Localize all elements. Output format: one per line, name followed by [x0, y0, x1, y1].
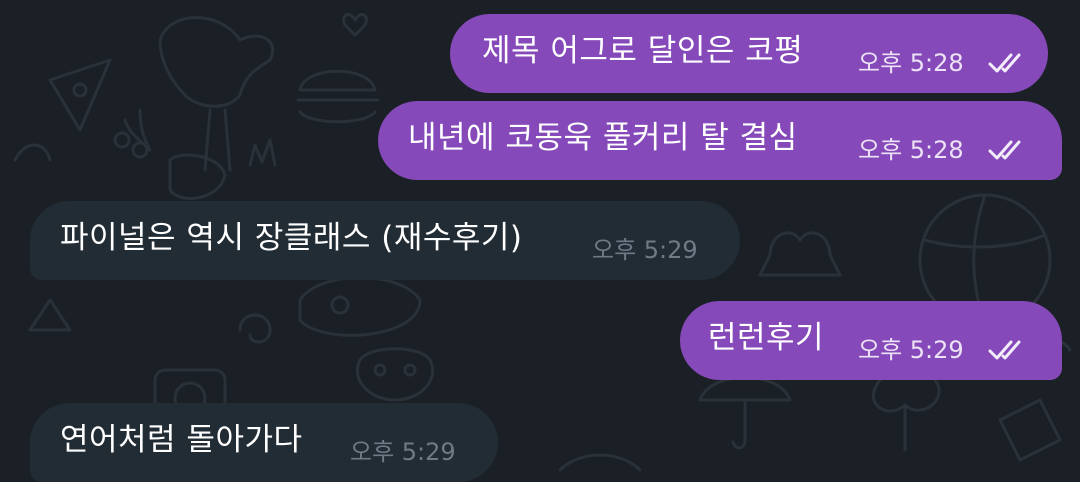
- message-time: 오후 5:28: [858, 136, 964, 164]
- message-text: 런런후기: [708, 320, 825, 356]
- message-time: 오후 5:29: [350, 438, 456, 466]
- message-bubble-incoming[interactable]: 연어처럼 돌아가다 오후 5:29: [30, 403, 498, 482]
- message-text: 파이널은 역시 장클래스 (재수후기): [60, 220, 523, 256]
- message-bubble-outgoing[interactable]: 내년에 코동욱 풀커리 탈 결심 오후 5:28: [378, 101, 1062, 180]
- message-time: 오후 5:29: [858, 336, 964, 364]
- message-bubble-outgoing[interactable]: 제목 어그로 달인은 코평 오후 5:28: [450, 14, 1048, 93]
- double-check-icon: [988, 138, 1032, 162]
- double-check-icon: [988, 51, 1032, 75]
- message-bubble-incoming[interactable]: 파이널은 역시 장클래스 (재수후기) 오후 5:29: [30, 201, 740, 280]
- message-text: 연어처럼 돌아가다: [60, 422, 303, 458]
- message-bubble-outgoing[interactable]: 런런후기 오후 5:29: [680, 301, 1062, 380]
- message-time: 오후 5:28: [858, 49, 964, 77]
- double-check-icon: [988, 338, 1032, 362]
- message-text: 제목 어그로 달인은 코평: [482, 33, 804, 69]
- message-time: 오후 5:29: [592, 236, 698, 264]
- message-text: 내년에 코동욱 풀커리 탈 결심: [408, 120, 798, 156]
